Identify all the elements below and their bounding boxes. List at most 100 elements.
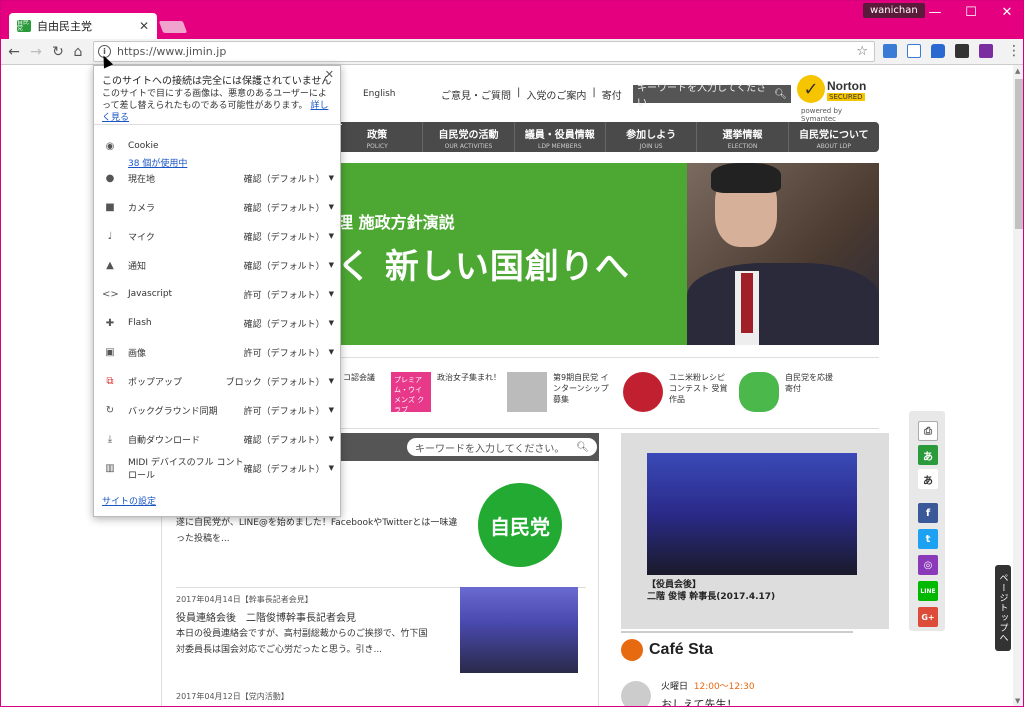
- nav-activities[interactable]: 自民党の活動 OUR ACTIVITIES: [422, 122, 513, 152]
- scroll-up-icon[interactable]: ▲: [1015, 67, 1020, 75]
- print-icon[interactable]: ⎙: [918, 421, 938, 441]
- menu-dots-icon[interactable]: ⋮: [1007, 44, 1021, 58]
- search-icon[interactable]: 🔍︎: [774, 89, 787, 100]
- forward-arrow-icon[interactable]: →: [27, 43, 45, 61]
- close-window-button[interactable]: ✕: [989, 1, 1023, 23]
- news-photo[interactable]: [460, 587, 578, 673]
- extension-cast-icon[interactable]: [955, 44, 969, 58]
- join-link[interactable]: 入党のご案内: [526, 87, 586, 102]
- divider: [621, 631, 853, 633]
- line-icon[interactable]: LINE: [918, 581, 938, 601]
- extension-capture-icon[interactable]: [907, 44, 921, 58]
- cafe-schedule: 火曜日 12:00〜12:30 おしえて先生！: [621, 679, 755, 706]
- midi-icon: ▥: [105, 462, 115, 474]
- nav-election[interactable]: 選挙情報 ELECTION: [696, 122, 787, 152]
- minimize-button[interactable]: —: [917, 1, 953, 23]
- download-icon: ⤓: [107, 433, 113, 445]
- onenote-icon[interactable]: [979, 44, 993, 58]
- banner-link[interactable]: ユニ米粉レシピコンテスト 受賞作品: [623, 372, 729, 412]
- nav-policy[interactable]: 政策 POLICY: [331, 122, 422, 152]
- profile-badge[interactable]: wanichan: [863, 3, 925, 18]
- keyword-search-input[interactable]: キーワードを入力してください。 🔍︎: [407, 438, 597, 456]
- cookie-count-link[interactable]: 38 個が使用中: [128, 156, 187, 169]
- instagram-icon[interactable]: ◎: [918, 555, 938, 575]
- permission-camera[interactable]: ■ カメラ 確認（デフォルト） ▼: [102, 199, 334, 215]
- tab-active[interactable]: 自民党 自由民主党 ✕: [9, 13, 157, 39]
- banner-link[interactable]: 第9期自民党 インターンシップ募集: [507, 372, 613, 412]
- hero-photo: [687, 163, 879, 345]
- google-plus-icon[interactable]: G+: [918, 607, 938, 627]
- nav-members[interactable]: 議員・役員情報 LDP MEMBERS: [513, 122, 605, 152]
- keyword-bar: キーワードを入力してください。 🔍︎: [331, 433, 599, 461]
- cafe-sta-logo[interactable]: Café Sta: [621, 639, 713, 661]
- title-bar: 自民党 自由民主党 ✕ wanichan — ☐ ✕: [1, 1, 1023, 39]
- video-caption[interactable]: 二階 俊博 幹事長(2017.4.17): [647, 589, 775, 602]
- scrollbar[interactable]: ▲ ▼: [1013, 65, 1023, 706]
- nav-join[interactable]: 参加しよう JOIN US: [604, 122, 696, 152]
- site-search-input[interactable]: キーワードを入力してください 🔍︎: [633, 83, 791, 109]
- video-thumbnail[interactable]: [647, 453, 857, 575]
- scroll-thumb[interactable]: [1015, 79, 1023, 229]
- permission-midi[interactable]: ▥ MIDI デバイスのフル コントロール 確認（デフォルト） ▼: [102, 458, 334, 481]
- hero-subtitle: 理 施政方針演説: [337, 213, 455, 232]
- scroll-down-icon[interactable]: ▼: [1015, 697, 1020, 705]
- permission-background-sync[interactable]: ↻ バックグラウンド同期 許可（デフォルト） ▼: [102, 402, 334, 418]
- cafe-icon: [621, 639, 643, 661]
- permission-popups[interactable]: ⧉ ポップアップ ブロック（デフォルト） ▼: [102, 373, 334, 389]
- banner-link[interactable]: コ認会議: [343, 372, 375, 383]
- permission-notifications[interactable]: ▲ 通知 確認（デフォルト） ▼: [102, 257, 334, 273]
- code-icon: <>: [102, 288, 119, 300]
- font-large-icon[interactable]: あ: [918, 445, 938, 465]
- hero-title: く 新しい国創りへ: [337, 247, 630, 287]
- video-panel: 【役員会後】 二階 俊博 幹事長(2017.4.17): [621, 433, 889, 629]
- site-settings-link[interactable]: サイトの設定: [102, 494, 156, 507]
- norton-seal[interactable]: ✓ Norton SECURED powered by Symantec: [797, 71, 875, 123]
- permission-images[interactable]: ▣ 画像 許可（デフォルト） ▼: [102, 344, 334, 360]
- new-tab-button[interactable]: [158, 21, 188, 33]
- feedback-link[interactable]: ご意見・ご質問: [441, 87, 511, 102]
- banner-links: コ認会議 プレミアム・ウイメンズ クラブ 政治女子集まれ！ 第9期自民党 インター…: [331, 357, 879, 429]
- site-favicon-icon: 自民党: [17, 19, 31, 32]
- permission-flash[interactable]: ✚ Flash 確認（デフォルト） ▼: [102, 315, 334, 331]
- sync-icon: ↻: [105, 404, 115, 416]
- permission-javascript[interactable]: <> Javascript 許可（デフォルト） ▼: [102, 286, 334, 302]
- show-title[interactable]: おしえて先生！: [661, 696, 755, 706]
- english-link[interactable]: English: [363, 89, 396, 99]
- nav-about[interactable]: 自民党について ABOUT LDP: [787, 122, 879, 152]
- twitter-icon[interactable]: t: [918, 529, 938, 549]
- site-nav: 政策 POLICY 自民党の活動 OUR ACTIVITIES 議員・役員情報 LDP…: [331, 122, 879, 152]
- tab-close-icon[interactable]: ✕: [139, 19, 149, 33]
- hero-banner[interactable]: 理 施政方針演説 く 新しい国創りへ: [331, 163, 879, 345]
- tab-title: 自由民主党: [37, 20, 92, 33]
- puzzle-icon: ✚: [105, 317, 115, 329]
- news-date: 2017年04月12日【党内活動】: [176, 692, 289, 701]
- extension-chat-icon[interactable]: [931, 44, 945, 58]
- page-top-button[interactable]: ページトップへ: [995, 565, 1011, 651]
- ldp-logo[interactable]: 自民党: [478, 483, 562, 567]
- back-arrow-icon[interactable]: ←: [5, 43, 23, 61]
- news-item-text[interactable]: 遂に自民党が、LINE@を始めました！FacebookやTwitterとは一味違…: [176, 515, 460, 547]
- banner-link[interactable]: 自民党を応援 寄付: [739, 372, 835, 412]
- address-bar[interactable]: i https://www.jimin.jp ☆: [93, 41, 875, 62]
- location-icon: ●: [105, 172, 115, 184]
- home-icon[interactable]: ⌂: [69, 43, 87, 61]
- font-small-icon[interactable]: あ: [918, 469, 938, 489]
- maximize-button[interactable]: ☐: [953, 1, 989, 23]
- permission-auto-download[interactable]: ⤓ 自動ダウンロード 確認（デフォルト） ▼: [102, 431, 334, 447]
- facebook-icon[interactable]: f: [918, 503, 938, 523]
- popup-description: このサイトで目にする画像は、悪意のあるユーザーによって差し替えられたものである可…: [102, 89, 329, 123]
- bell-icon: ▲: [106, 259, 114, 271]
- check-icon: ✓: [797, 75, 825, 103]
- reload-icon[interactable]: ↻: [49, 43, 67, 61]
- url-text: https://www.jimin.jp: [117, 45, 227, 58]
- bookmark-star-icon[interactable]: ☆: [856, 44, 868, 59]
- divider: [94, 124, 342, 125]
- banner-link[interactable]: プレミアム・ウイメンズ クラブ 政治女子集まれ！: [391, 372, 501, 414]
- donate-link[interactable]: 寄付: [602, 87, 622, 102]
- cookie-row: ◉ Cookie: [102, 138, 334, 154]
- permission-location[interactable]: ● 現在地 確認（デフォルト） ▼: [102, 170, 334, 186]
- avatar: [621, 680, 651, 706]
- extension-chart-icon[interactable]: [883, 44, 897, 58]
- permission-mic[interactable]: ♩ マイク 確認（デフォルト） ▼: [102, 228, 334, 244]
- search-icon[interactable]: 🔍︎: [576, 442, 589, 453]
